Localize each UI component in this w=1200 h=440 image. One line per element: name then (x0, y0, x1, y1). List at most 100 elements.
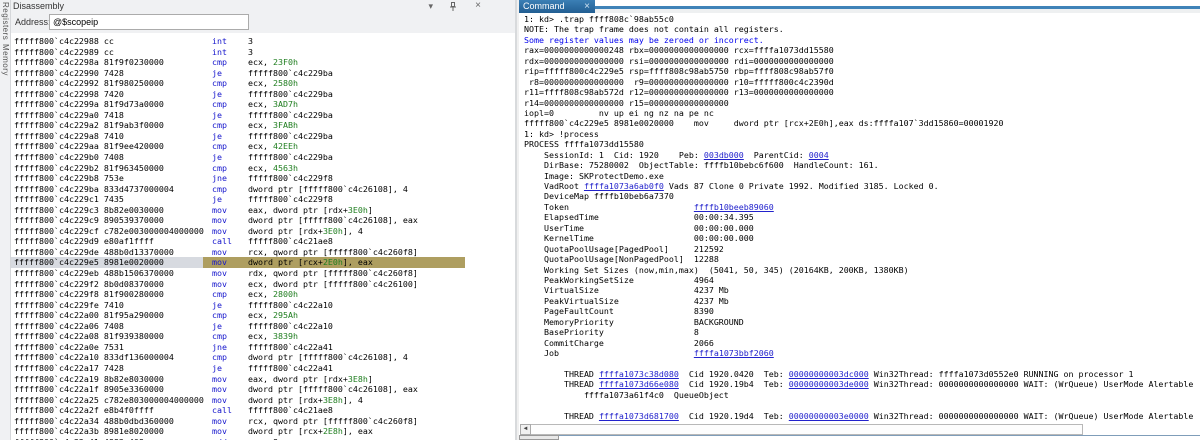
dml-link[interactable]: ffffa1073bbf2060 (694, 348, 774, 358)
disasm-row[interactable]: fffff800`c4c2298a 81f9f0230000 cmp ecx, 23… (11, 57, 515, 68)
disasm-row[interactable]: fffff800`c4c229a8 7410 je fffff800`c4c229b… (11, 131, 515, 142)
disasm-row[interactable]: fffff800`c4c22a0e 7531 jne fffff800`c4c22a… (11, 342, 515, 353)
disasm-operands: rdx, qword ptr [fffff800`c4c260f8] (248, 268, 418, 278)
disasm-operands: dword ptr [rdx+3E8h], 4 (248, 395, 363, 405)
operand-number: 3FABh (272, 120, 298, 131)
disasm-row[interactable]: fffff800`c4c22a00 81f95a290000 cmp ecx, 29… (11, 310, 515, 321)
disasm-row[interactable]: fffff800`c4c229de 488b0d13370000 mov rcx, … (11, 247, 515, 258)
disassembly-listing[interactable]: fffff800`c4c22988 cc int 3 fffff800`c4c2298… (11, 36, 515, 440)
output-text: THREAD (524, 410, 599, 421)
disasm-mnemonic: mov (212, 373, 227, 384)
dml-link[interactable]: 00000000003de000 (789, 379, 869, 389)
output-text: DirBase: 75280002 ObjectTable: ffffb10be… (524, 160, 879, 171)
disasm-address-bytes: fffff800`c4c2298a 81f9f0230000 (14, 57, 164, 68)
disasm-row[interactable]: fffff800`c4c22a2f e8b4f0ffff call fffff800… (11, 405, 515, 416)
disasm-row[interactable]: fffff800`c4c229f8 81f900280000 cmp ecx, 28… (11, 289, 515, 300)
disasm-mnemonic: mov (212, 225, 227, 236)
disasm-row[interactable]: fffff800`c4c22998 7420 je fffff800`c4c229b… (11, 89, 515, 100)
disasm-row[interactable]: fffff800`c4c229eb 488b1506370000 mov rdx, … (11, 268, 515, 279)
disasm-row[interactable]: fffff800`c4c229ba 833d4737000004 cmp dword… (11, 184, 515, 195)
disasm-mnemonic: je (212, 194, 222, 205)
operand-text: rcx, qword ptr [fffff800`c4c260f8] (248, 246, 418, 257)
command-line: 1: kd> !process (524, 129, 1200, 139)
disasm-row[interactable]: fffff800`c4c22a19 8b82e8030000 mov eax, dw… (11, 374, 515, 385)
disasm-row[interactable]: fffff800`c4c229cf c782e003000004000000 mo… (11, 226, 515, 237)
operand-text: dword ptr [rdx+ (248, 394, 323, 405)
disasm-row[interactable]: fffff800`c4c229fe 7410 je fffff800`c4c22a1… (11, 300, 515, 311)
disasm-row[interactable]: fffff800`c4c22a08 81f939380000 cmp ecx, 38… (11, 331, 515, 342)
chevron-down-icon[interactable]: ▾ (428, 0, 433, 12)
close-icon[interactable]: × (475, 0, 481, 12)
operand-text: fffff800`c4c229ba (248, 88, 333, 99)
output-text: PageFaultCount 8390 (524, 306, 714, 317)
disasm-mnemonic: mov (212, 278, 227, 289)
disasm-row[interactable]: fffff800`c4c22a10 833df136000004 cmp dword… (11, 352, 515, 363)
disasm-row[interactable]: fffff800`c4c22a25 c782e803000004000000 mo… (11, 395, 515, 406)
dml-link[interactable]: 00000000003dc000 (789, 369, 869, 379)
command-line: PageFaultCount 8390 (524, 306, 1200, 316)
disasm-mnemonic: mov (212, 204, 227, 215)
command-line: THREAD ffffa1073d66e080 Cid 1920.19b4 Te… (524, 379, 1200, 389)
operand-text: ] (367, 204, 373, 215)
disasm-row[interactable]: fffff800`c4c22a17 7428 je fffff800`c4c22a4… (11, 363, 515, 374)
disasm-operands: fffff800`c4c229ba (248, 131, 333, 141)
horizontal-scrollbar[interactable]: ◄ (520, 424, 1083, 435)
disasm-row-current[interactable]: fffff800`c4c229e5 8981e0020000 mov dword p… (11, 257, 515, 268)
disasm-mnemonic: cmp (212, 120, 227, 131)
dml-link[interactable]: 003db000 (704, 150, 744, 160)
operand-text: ecx, (248, 141, 273, 152)
output-text: Working Set Sizes (now,min,max) (5041, 5… (524, 264, 909, 275)
disasm-row[interactable]: fffff800`c4c229c9 890539370000 mov dword p… (11, 215, 515, 226)
address-input[interactable] (49, 14, 249, 30)
disasm-row[interactable]: fffff800`c4c229b8 753e jne fffff800`c4c229… (11, 173, 515, 184)
command-close-icon[interactable]: × (584, 1, 590, 12)
dml-link[interactable]: 0004 (809, 150, 829, 160)
disasm-row[interactable]: fffff800`c4c22989 cc int 3 (11, 47, 515, 58)
dml-link[interactable]: ffffa1073a6ab0f0 (584, 181, 664, 191)
disasm-address-bytes: fffff800`c4c229b2 81f963450000 (14, 162, 164, 173)
dml-link[interactable]: ffffa1073c38d080 (599, 369, 679, 379)
output-text: iopl=0 nv up ei ng nz na pe nc (524, 107, 714, 118)
operand-text: ecx, (248, 99, 273, 110)
operand-number: 2E0h (322, 257, 343, 268)
operand-text: fffff800`c4c229ba (248, 67, 333, 78)
disasm-row[interactable]: fffff800`c4c22a34 488b0dbd360000 mov rcx, … (11, 416, 515, 427)
disasm-operands: dword ptr [rcx+2E0h], eax (248, 257, 373, 267)
output-text: PROCESS ffffa1073dd15580 (524, 139, 644, 150)
disasm-row[interactable]: fffff800`c4c22a1f 8905e3360000 mov dword p… (11, 384, 515, 395)
command-line: PeakWorkingSetSize 4964 (524, 275, 1200, 285)
disasm-row[interactable]: fffff800`c4c22a06 7408 je fffff800`c4c22a1… (11, 321, 515, 332)
disasm-operands: ecx, 295Ah (248, 310, 298, 320)
dml-link[interactable]: ffffb10beeb89060 (694, 202, 774, 212)
operand-text: fffff800`c4c229ba (248, 109, 333, 120)
tab-command[interactable]: Command × (519, 0, 595, 13)
command-line: VirtualSize 4237 Mb (524, 285, 1200, 295)
dml-link[interactable]: 00000000003e0000 (789, 411, 869, 421)
dml-link[interactable]: ffffa1073d66e080 (599, 379, 679, 389)
disasm-row[interactable]: fffff800`c4c229b2 81f963450000 cmp ecx, 45… (11, 163, 515, 174)
disasm-row[interactable]: fffff800`c4c229c1 7435 je fffff800`c4c229f… (11, 194, 515, 205)
scroll-left-arrow-icon[interactable]: ◄ (520, 424, 531, 435)
disasm-row[interactable]: fffff800`c4c229d9 e80af1ffff call fffff800… (11, 236, 515, 247)
disasm-row[interactable]: fffff800`c4c22990 7428 je fffff800`c4c229b… (11, 68, 515, 79)
disasm-row[interactable]: fffff800`c4c229b0 7408 je fffff800`c4c229b… (11, 152, 515, 163)
disasm-row[interactable]: fffff800`c4c229a2 81f9ab3f0000 cmp ecx, 3F… (11, 120, 515, 131)
disasm-mnemonic: mov (212, 384, 227, 395)
disasm-row[interactable]: fffff800`c4c229a0 7418 je fffff800`c4c229b… (11, 110, 515, 121)
scrollbar-track[interactable] (531, 424, 1083, 435)
side-tab-registers[interactable]: Registers (0, 0, 10, 42)
disasm-mnemonic: int (212, 46, 227, 57)
output-text: Win32Thread: ffffa1073d0552e0 RUNNING on… (868, 368, 1134, 379)
command-output[interactable]: 1: kd> .trap ffff808c`98ab55c0 NOTE: The … (519, 13, 1200, 424)
disasm-row[interactable]: fffff800`c4c229c3 8b82e0030000 mov eax, dw… (11, 205, 515, 216)
dml-link[interactable]: ffffa1073d681700 (599, 411, 679, 421)
command-input[interactable] (559, 435, 1200, 440)
disasm-address-bytes: fffff800`c4c22a06 7408 (14, 320, 124, 331)
disasm-row[interactable]: fffff800`c4c229f2 8b0d08370000 mov ecx, dw… (11, 279, 515, 290)
disasm-row[interactable]: fffff800`c4c22992 81f980250000 cmp ecx, 25… (11, 78, 515, 89)
disasm-row[interactable]: fffff800`c4c22a3b 8981e8020000 mov dword p… (11, 426, 515, 437)
side-tab-memory[interactable]: Memory (0, 42, 10, 78)
disasm-row[interactable]: fffff800`c4c22988 cc int 3 (11, 36, 515, 47)
disasm-row[interactable]: fffff800`c4c229aa 81f9ee420000 cmp ecx, 42… (11, 141, 515, 152)
disasm-row[interactable]: fffff800`c4c2299a 81f9d73a0000 cmp ecx, 3A… (11, 99, 515, 110)
